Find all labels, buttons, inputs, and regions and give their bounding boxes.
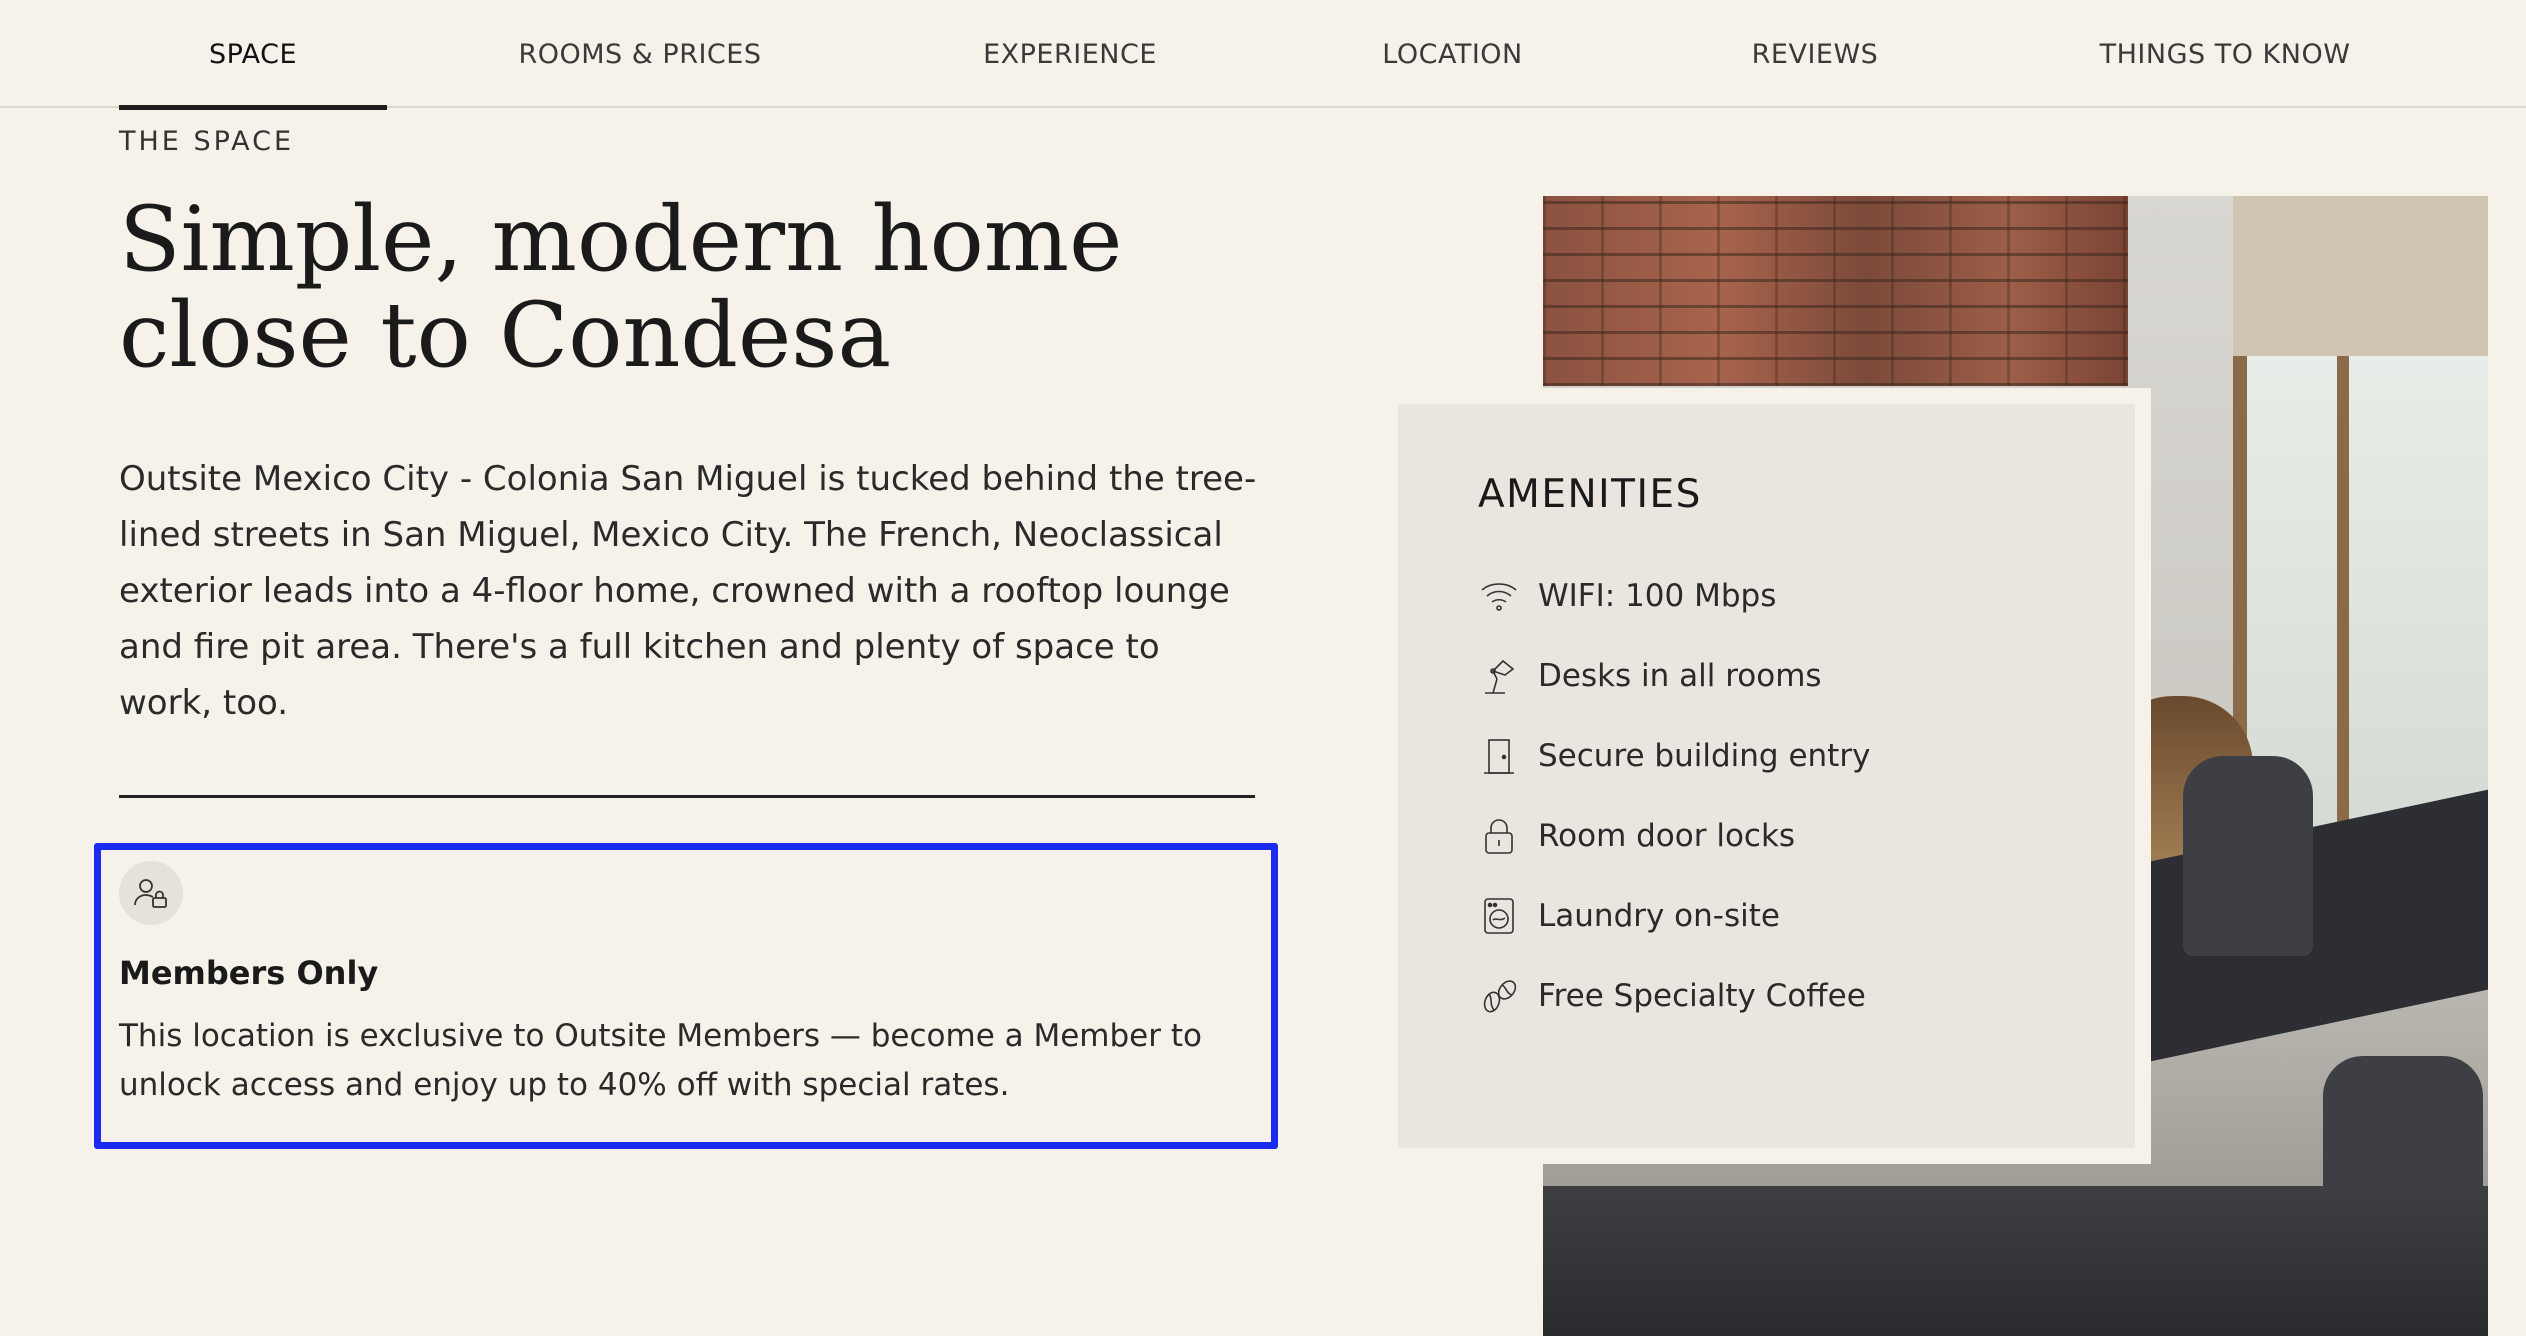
page-title-line-2: close to Condesa <box>119 283 892 388</box>
amenity-item-secure-entry: Secure building entry <box>1478 732 1870 780</box>
tab-experience[interactable]: EXPERIENCE <box>960 0 1180 108</box>
tab-reviews[interactable]: REVIEWS <box>1735 0 1895 108</box>
members-lock-icon <box>119 861 183 925</box>
amenity-label: Laundry on-site <box>1538 898 1780 934</box>
amenity-item-door-locks: Room door locks <box>1478 812 1795 860</box>
amenities-title: AMENITIES <box>1478 472 1702 517</box>
tab-rooms-prices[interactable]: ROOMS & PRICES <box>500 0 780 108</box>
top-nav: SPACE ROOMS & PRICES EXPERIENCE LOCATION… <box>0 0 2526 110</box>
door-icon <box>1478 735 1520 777</box>
amenity-item-desks: Desks in all rooms <box>1478 652 1822 700</box>
page-title: Simple, modern home close to Condesa <box>119 192 1319 384</box>
amenity-item-laundry: Laundry on-site <box>1478 892 1780 940</box>
amenity-label: Free Specialty Coffee <box>1538 978 1866 1014</box>
amenity-label: WIFI: 100 Mbps <box>1538 578 1777 614</box>
section-eyebrow: THE SPACE <box>119 126 295 157</box>
tab-things-to-know[interactable]: THINGS TO KNOW <box>2090 0 2360 108</box>
coffee-beans-icon <box>1478 975 1520 1017</box>
amenity-item-coffee: Free Specialty Coffee <box>1478 972 1866 1020</box>
page-title-line-1: Simple, modern home <box>119 187 1123 292</box>
section-divider <box>119 795 1255 798</box>
space-description: Outsite Mexico City - Colonia San Miguel… <box>119 459 1257 723</box>
washing-machine-icon <box>1478 895 1520 937</box>
tab-space[interactable]: SPACE <box>119 0 387 110</box>
members-only-text: This location is exclusive to Outsite Me… <box>119 1018 1202 1103</box>
tab-location[interactable]: LOCATION <box>1360 0 1545 108</box>
padlock-icon <box>1478 815 1520 857</box>
amenity-label: Desks in all rooms <box>1538 658 1822 694</box>
desk-lamp-icon <box>1478 655 1520 697</box>
wifi-icon <box>1478 575 1520 617</box>
amenity-label: Secure building entry <box>1538 738 1871 774</box>
amenity-item-wifi: WIFI: 100 Mbps <box>1478 572 1776 620</box>
members-only-title: Members Only <box>119 954 379 992</box>
amenity-label: Room door locks <box>1538 818 1796 854</box>
